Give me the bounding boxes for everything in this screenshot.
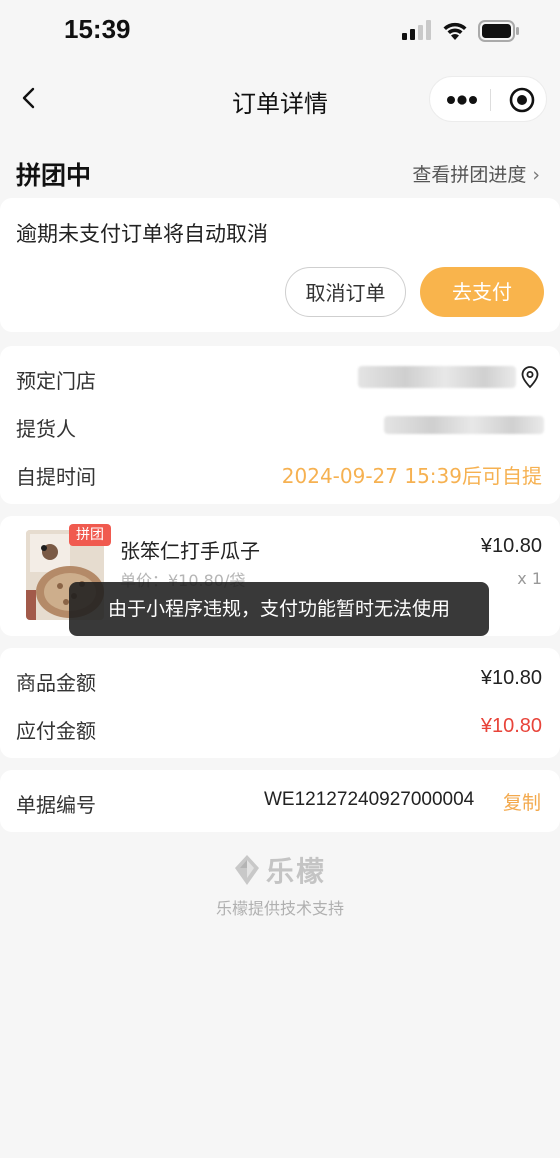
group-progress-link[interactable]: 查看拼团进度 › <box>412 160 540 187</box>
close-circle-icon[interactable] <box>509 87 535 113</box>
battery-icon <box>478 20 519 42</box>
goods-amount-label: 商品金额 <box>16 671 96 695</box>
pickup-time-label: 自提时间 <box>16 465 96 489</box>
footer-support-text: 乐檬提供技术支持 <box>215 899 344 918</box>
footer-brand-name: 乐檬 <box>265 855 326 888</box>
location-icon[interactable] <box>518 365 542 389</box>
picker-label: 提货人 <box>16 417 76 441</box>
group-progress-label: 查看拼团进度 <box>412 164 527 186</box>
wifi-icon <box>443 22 467 40</box>
group-buy-tag: 拼团 <box>69 524 111 546</box>
product-quantity: x 1 <box>517 569 542 588</box>
copy-button[interactable]: 复制 <box>503 788 541 815</box>
order-status-title: 拼团中 <box>16 161 92 190</box>
footer-brand: 乐檬 <box>0 850 560 890</box>
nav-bar: 订单详情 <box>0 70 560 130</box>
payable-amount-label: 应付金额 <box>16 719 96 743</box>
order-number-label: 单据编号 <box>16 793 96 817</box>
pay-button[interactable]: 去支付 <box>420 267 544 317</box>
order-number-value: WE12127240927000004 <box>264 789 475 810</box>
cancel-order-button[interactable]: 取消订单 <box>285 267 406 317</box>
lemeng-logo-icon <box>234 855 259 885</box>
mini-program-capsule <box>429 76 547 122</box>
picker-name-redacted <box>384 416 544 434</box>
toast-message: 由于小程序违规，支付功能暂时无法使用 <box>69 582 489 636</box>
signal-icon <box>402 20 431 40</box>
payable-amount-value: ¥10.80 <box>480 715 542 737</box>
more-icon[interactable] <box>444 90 480 110</box>
store-name-redacted <box>358 366 516 388</box>
status-bar: 15:39 <box>0 0 560 60</box>
capsule-divider <box>490 89 491 111</box>
product-name[interactable]: 张笨仁打手瓜子 <box>120 535 260 564</box>
product-price: ¥10.80 <box>480 535 542 557</box>
status-time: 15:39 <box>64 14 131 44</box>
back-icon[interactable] <box>14 82 46 114</box>
order-status-row: 拼团中 查看拼团进度 › <box>0 150 560 196</box>
chevron-right-icon: › <box>532 164 540 186</box>
payment-notice: 逾期未支付订单将自动取消 <box>16 222 268 246</box>
goods-amount-value: ¥10.80 <box>480 667 542 689</box>
store-label: 预定门店 <box>16 369 96 393</box>
pickup-time-value: 2024-09-27 15:39后可自提 <box>281 464 542 488</box>
